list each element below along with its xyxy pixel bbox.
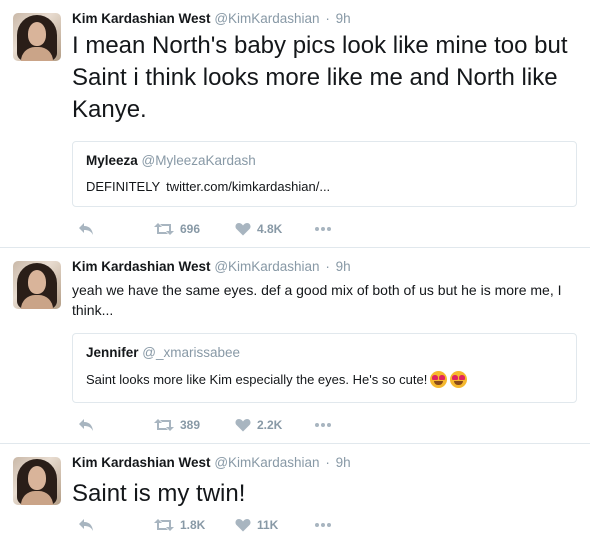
- like-button[interactable]: 2.2K: [235, 415, 282, 435]
- retweet-count: 1.8K: [180, 518, 206, 532]
- reply-button[interactable]: [78, 219, 94, 239]
- more-button[interactable]: [315, 515, 331, 535]
- reply-icon: [78, 518, 94, 532]
- author-name[interactable]: Kim Kardashian West: [72, 259, 211, 274]
- like-count: 4.8K: [257, 222, 283, 236]
- author-name[interactable]: Kim Kardashian West: [72, 455, 211, 470]
- retweet-icon: [154, 518, 174, 532]
- retweet-button[interactable]: 389: [154, 415, 200, 435]
- author-handle[interactable]: @KimKardashian: [214, 259, 319, 274]
- separator: ·: [325, 455, 330, 470]
- tweet[interactable]: Kim Kardashian West @KimKardashian · 9h …: [0, 0, 590, 248]
- like-count: 2.2K: [257, 418, 283, 432]
- quoted-link[interactable]: twitter.com/kimkardashian/...: [166, 179, 330, 194]
- avatar[interactable]: [13, 261, 61, 309]
- more-icon: [315, 227, 331, 231]
- more-icon: [315, 423, 331, 427]
- separator: ·: [325, 259, 330, 274]
- tweet-actions: 389 2.2K: [72, 415, 372, 435]
- tweet-text: yeah we have the same eyes. def a good m…: [72, 282, 562, 318]
- author-handle[interactable]: @KimKardashian: [214, 455, 319, 470]
- heart-icon: [235, 418, 251, 432]
- like-count: 11K: [257, 518, 279, 532]
- like-button[interactable]: 11K: [235, 515, 278, 535]
- retweet-icon: [154, 222, 174, 236]
- quoted-text: DEFINITELY: [86, 179, 161, 194]
- reply-icon: [78, 418, 94, 432]
- avatar[interactable]: [13, 13, 61, 61]
- more-button[interactable]: [315, 219, 331, 239]
- like-button[interactable]: 4.8K: [235, 219, 282, 239]
- reply-icon: [78, 222, 94, 236]
- heart-icon: [235, 518, 251, 532]
- quoted-author-handle: @_xmarissabee: [142, 345, 241, 360]
- heart-eyes-emoji-icon: [430, 371, 448, 388]
- more-icon: [315, 523, 331, 527]
- quoted-text: Saint looks more like Kim especially the…: [86, 372, 428, 387]
- reply-button[interactable]: [78, 415, 94, 435]
- tweet-text: I mean North's baby pics look like mine …: [72, 32, 568, 123]
- quoted-author-name: Jennifer: [86, 345, 139, 360]
- tweet-time[interactable]: 9h: [336, 11, 351, 26]
- quoted-tweet[interactable]: Jennifer @_xmarissabee Saint looks more …: [72, 333, 577, 403]
- tweet-header: Kim Kardashian West @KimKardashian · 9h: [72, 259, 351, 274]
- quoted-tweet[interactable]: Myleeza @MyleezaKardash DEFINITELY twitte…: [72, 141, 577, 207]
- heart-icon: [235, 222, 251, 236]
- author-handle[interactable]: @KimKardashian: [214, 11, 319, 26]
- tweet-actions: 696 4.8K: [72, 219, 372, 239]
- quoted-author-name: Myleeza: [86, 153, 138, 168]
- retweet-button[interactable]: 1.8K: [154, 515, 205, 535]
- reply-button[interactable]: [78, 515, 94, 535]
- retweet-count: 389: [180, 418, 201, 432]
- tweet-time[interactable]: 9h: [336, 259, 351, 274]
- tweet-header: Kim Kardashian West @KimKardashian · 9h: [72, 455, 351, 470]
- heart-eyes-emoji-icon: [450, 371, 468, 388]
- quoted-author-handle: @MyleezaKardash: [141, 153, 256, 168]
- tweet-text: Saint is my twin!: [72, 480, 246, 507]
- tweet-header: Kim Kardashian West @KimKardashian · 9h: [72, 11, 351, 26]
- tweet-timeline: Kim Kardashian West @KimKardashian · 9h …: [0, 0, 590, 543]
- tweet-time[interactable]: 9h: [336, 455, 351, 470]
- retweet-icon: [154, 418, 174, 432]
- retweet-button[interactable]: 696: [154, 219, 200, 239]
- tweet-actions: 1.8K 11K: [72, 515, 372, 535]
- more-button[interactable]: [315, 415, 331, 435]
- author-name[interactable]: Kim Kardashian West: [72, 11, 211, 26]
- retweet-count: 696: [180, 222, 201, 236]
- separator: ·: [325, 11, 330, 26]
- avatar[interactable]: [13, 457, 61, 505]
